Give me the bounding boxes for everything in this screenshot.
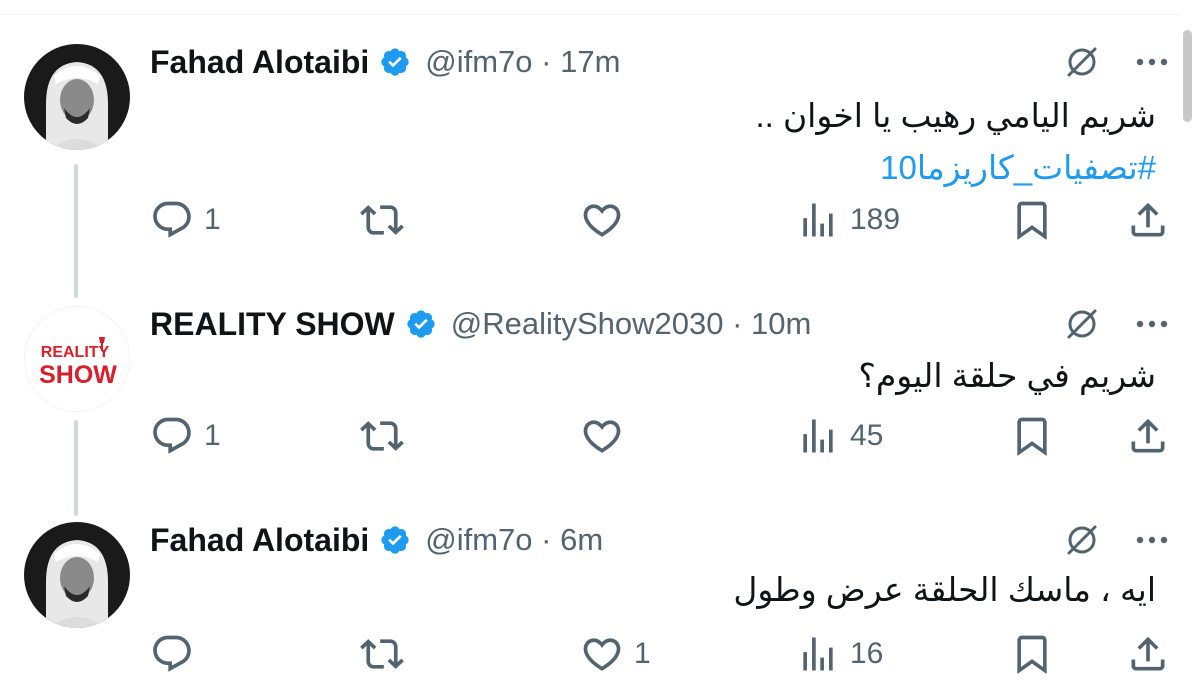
handle-and-time[interactable]: @RealityShow2030 · 10m <box>451 306 812 342</box>
views-count: 189 <box>850 203 901 236</box>
tweet-header: Fahad Alotaibi @ifm7o · 17m <box>150 40 620 84</box>
retweet-icon <box>360 421 404 451</box>
bookmark-icon <box>1017 201 1047 241</box>
like-icon <box>583 638 621 671</box>
reply-count: 1 <box>204 203 221 236</box>
tweet[interactable]: Fahad Alotaibi @ifm7o · 17m شريم اليامي … <box>0 40 1200 260</box>
tweet-text-line: ايه ، ماسك الحلقة عرض وطول <box>733 571 1156 608</box>
share-icon <box>1131 202 1165 237</box>
reality-show-logo: REALITY SHOW <box>25 307 129 411</box>
grok-icon[interactable] <box>1062 42 1102 82</box>
share-button[interactable] <box>1126 406 1170 466</box>
reply-count: 1 <box>204 419 221 452</box>
reply-icon <box>153 635 191 672</box>
tweet-text: ايه ، ماسك الحلقة عرض وطول <box>733 564 1156 616</box>
views-icon <box>803 419 833 453</box>
author-name[interactable]: Fahad Alotaibi <box>150 44 369 81</box>
grok-icon[interactable] <box>1062 520 1102 560</box>
handle-and-time[interactable]: @ifm7o · 6m <box>425 522 603 558</box>
views-button[interactable]: 45 <box>796 406 883 466</box>
verified-badge-icon <box>379 524 411 556</box>
like-button[interactable] <box>580 406 634 466</box>
avatar[interactable] <box>24 44 130 150</box>
tweet[interactable]: REALITY SHOW REALITY SHOW @RealityShow20… <box>0 302 1200 482</box>
avatar[interactable]: REALITY SHOW <box>24 306 130 412</box>
tweet-text-line: شريم في حلقة اليوم؟ <box>858 357 1156 394</box>
like-count: 1 <box>634 637 651 670</box>
tweet-text: شريم اليامي رهيب يا اخوان .. #تصفيات_كار… <box>755 90 1156 194</box>
reply-icon <box>153 201 191 238</box>
hashtag-link[interactable]: #تصفيات_كاريزما10 <box>755 142 1156 194</box>
retweet-button[interactable] <box>360 190 414 250</box>
views-button[interactable]: 189 <box>796 190 900 250</box>
bookmark-button[interactable] <box>1010 624 1054 684</box>
retweet-button[interactable] <box>360 624 414 684</box>
bookmark-icon <box>1017 635 1047 675</box>
views-count: 16 <box>850 637 884 670</box>
verified-badge-icon <box>379 46 411 78</box>
bookmark-button[interactable] <box>1010 190 1054 250</box>
tweet-text: شريم في حلقة اليوم؟ <box>858 350 1156 402</box>
top-divider <box>0 14 1180 15</box>
reply-button[interactable] <box>150 624 204 684</box>
retweet-icon <box>360 639 404 669</box>
person-photo-avatar <box>24 44 130 150</box>
tweet-header: Fahad Alotaibi @ifm7o · 6m <box>150 518 603 562</box>
retweet-icon <box>360 205 404 235</box>
share-icon <box>1131 418 1165 453</box>
author-name[interactable]: REALITY SHOW <box>150 306 395 343</box>
reply-button[interactable]: 1 <box>150 190 221 250</box>
views-icon <box>803 203 833 237</box>
action-bar: 1 189 <box>0 190 1200 250</box>
share-button[interactable] <box>1126 624 1170 684</box>
author-name[interactable]: Fahad Alotaibi <box>150 522 369 559</box>
more-options-icon[interactable] <box>1132 520 1172 560</box>
views-count: 45 <box>850 419 884 452</box>
tweet-text-line: شريم اليامي رهيب يا اخوان .. <box>755 97 1156 134</box>
share-button[interactable] <box>1126 190 1170 250</box>
bookmark-button[interactable] <box>1010 406 1054 466</box>
share-icon <box>1131 636 1165 671</box>
tweet-header: REALITY SHOW @RealityShow2030 · 10m <box>150 302 811 346</box>
action-bar: 1 16 <box>0 624 1200 684</box>
person-photo-avatar <box>24 522 130 628</box>
handle-and-time[interactable]: @ifm7o · 17m <box>425 44 620 80</box>
bookmark-icon <box>1017 417 1047 457</box>
logo-text-line1: REALITY <box>41 344 110 361</box>
like-button[interactable] <box>580 190 634 250</box>
reply-button[interactable]: 1 <box>150 406 221 466</box>
action-bar: 1 45 <box>0 406 1200 466</box>
like-icon <box>583 420 621 453</box>
views-icon <box>803 637 833 671</box>
more-options-icon[interactable] <box>1132 42 1172 82</box>
reply-icon <box>153 417 191 454</box>
avatar[interactable] <box>24 522 130 628</box>
like-icon <box>583 204 621 237</box>
like-button[interactable]: 1 <box>580 624 651 684</box>
logo-text-line2: SHOW <box>39 361 117 389</box>
tweet[interactable]: Fahad Alotaibi @ifm7o · 6m ايه ، ماسك ال… <box>0 518 1200 684</box>
grok-icon[interactable] <box>1062 304 1102 344</box>
verified-badge-icon <box>405 308 437 340</box>
views-button[interactable]: 16 <box>796 624 883 684</box>
retweet-button[interactable] <box>360 406 414 466</box>
more-options-icon[interactable] <box>1132 304 1172 344</box>
